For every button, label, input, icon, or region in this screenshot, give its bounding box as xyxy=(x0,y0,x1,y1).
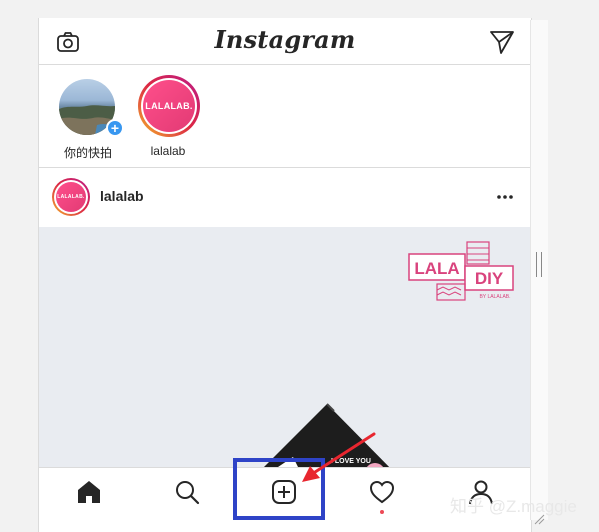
stories-tray: + 你的快拍 LALALAB. lalalab xyxy=(39,65,531,168)
story-ring: LALALAB. xyxy=(138,75,200,137)
post-header: LALALAB. lalalab xyxy=(39,168,531,226)
post-avatar-text: LALALAB. xyxy=(56,182,86,212)
post-image[interactable]: LALA DIY BY LALALAB. I LOVE YOU xyxy=(39,227,531,467)
more-icon[interactable] xyxy=(494,186,516,208)
instagram-logo: Instagram xyxy=(214,25,356,54)
add-story-badge[interactable]: + xyxy=(106,119,124,137)
instagram-app: Instagram + 你的快拍 LALALAB. lalalab LALALA… xyxy=(38,18,532,532)
notification-dot xyxy=(380,510,384,514)
top-bar: Instagram xyxy=(39,18,531,65)
story-label: 你的快拍 xyxy=(63,146,112,160)
scrollbar-grip[interactable] xyxy=(536,252,542,277)
annotation-arrow-icon xyxy=(302,432,376,482)
send-icon[interactable] xyxy=(489,29,515,55)
logo-lala-text: LALA xyxy=(414,259,459,278)
post-avatar[interactable]: LALALAB. xyxy=(52,178,90,216)
watermark-text: 知乎 @Z.maggie xyxy=(450,497,577,516)
logo-small-text: BY LALALAB. xyxy=(479,294,510,300)
story-label: lalalab xyxy=(150,144,186,158)
home-icon[interactable] xyxy=(75,478,103,506)
logo-diy-text: DIY xyxy=(475,269,504,288)
post-username[interactable]: lalalab xyxy=(100,188,144,204)
search-icon[interactable] xyxy=(173,478,201,506)
lalalab-avatar: LALALAB. xyxy=(143,80,195,132)
lala-diy-logo: LALA DIY BY LALALAB. xyxy=(408,241,514,301)
